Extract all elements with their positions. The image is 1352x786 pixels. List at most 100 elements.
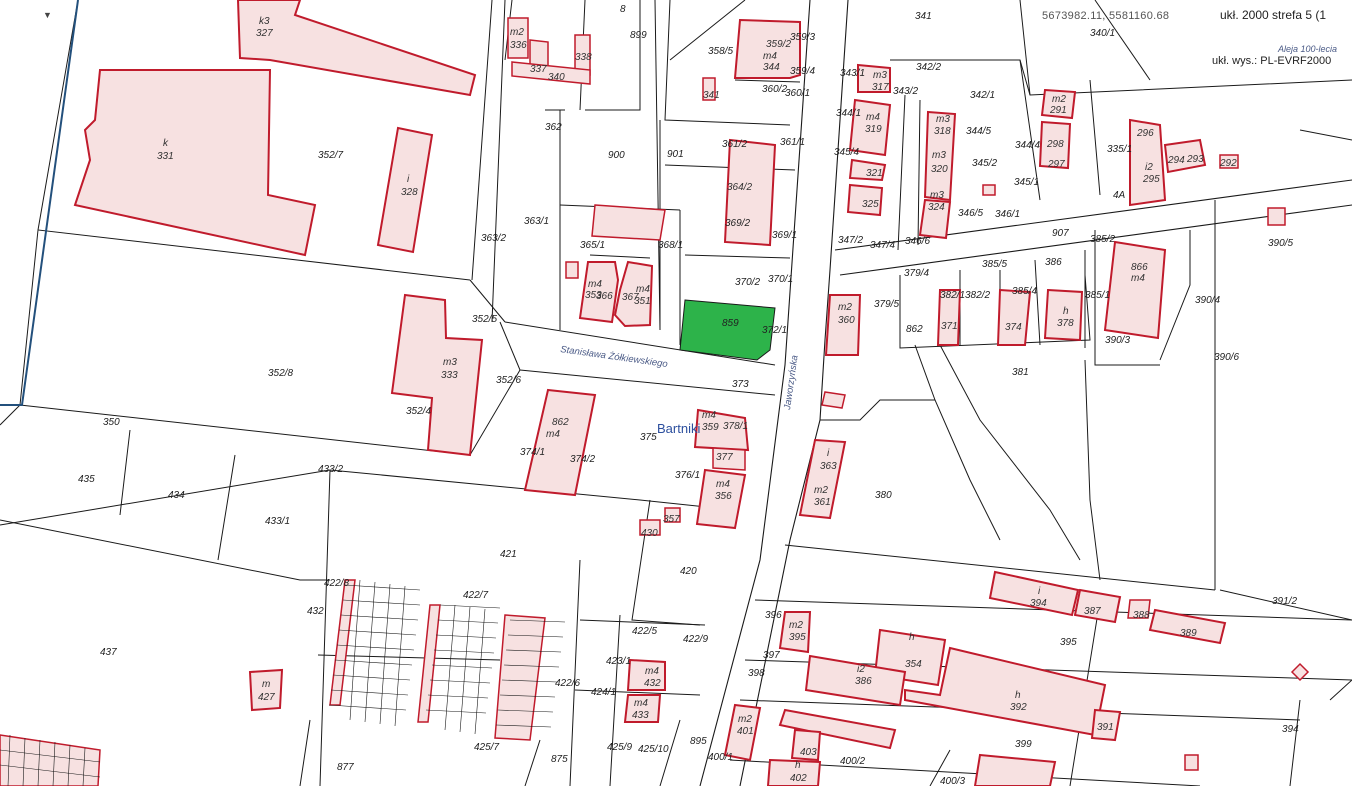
parcel-382-1: 382/1	[940, 290, 965, 301]
parcel-375: 375	[640, 432, 657, 443]
building-333[interactable]	[390, 293, 484, 457]
parcel-862: 862	[906, 324, 923, 335]
parcel-390-6: 390/6	[1214, 352, 1239, 363]
parcel-425-7: 425/7	[474, 742, 499, 753]
b324-type: m3	[930, 190, 944, 201]
parcel-345-2: 345/2	[972, 158, 997, 169]
parcel-363-1: 363/1	[524, 216, 549, 227]
b394-num: 394	[1030, 598, 1047, 609]
b392-num: 392	[1010, 702, 1027, 713]
parcel-398: 398	[748, 668, 765, 679]
b354-num: 354	[905, 659, 922, 670]
selected-parcel-859[interactable]	[679, 299, 776, 361]
b401-type: m2	[738, 714, 752, 725]
cadastral-map[interactable]: 859 341 340/1 899 8 358/5 359/3 359/4 36…	[0, 0, 1352, 786]
b361-type: m2	[814, 485, 828, 496]
coordinate-readout: 5673982.11, 5581160.68	[1042, 10, 1170, 22]
parcel-425-9: 425/9	[607, 742, 632, 753]
b374-num: 374	[1005, 322, 1022, 333]
parcel-374-1: 374/1	[520, 447, 545, 458]
building-300[interactable]	[1290, 662, 1310, 682]
building-327[interactable]	[236, 0, 477, 97]
parcel-346-6: 346/6	[905, 236, 930, 247]
parcel-425-10: 425/10	[638, 744, 669, 755]
building-397[interactable]	[1184, 754, 1199, 771]
parcel-335-1: 335/1	[1107, 144, 1132, 155]
building-cluster-365[interactable]	[591, 204, 666, 241]
b402-type: h	[795, 760, 801, 771]
parcel-359-4: 359/4	[790, 66, 815, 77]
parcel-352-8: 352/8	[268, 368, 293, 379]
building-331[interactable]	[73, 69, 317, 257]
parcel-391-2: 391/2	[1272, 596, 1297, 607]
building-427[interactable]	[248, 668, 284, 712]
b433-type: m4	[634, 698, 648, 709]
b359-2-num: 359/2	[766, 39, 791, 50]
street-zolkiewskiego: Stanisława Żółkiewskiego	[560, 344, 669, 370]
b402-num: 402	[790, 773, 807, 784]
building-336[interactable]	[507, 17, 529, 59]
parcel-379-4: 379/4	[904, 268, 929, 279]
building-365b[interactable]	[821, 391, 846, 409]
parcel-900: 900	[608, 150, 625, 161]
b295-num: 295	[1142, 174, 1160, 185]
parcel-376-1: 376/1	[675, 470, 700, 481]
b337-num: 337	[530, 64, 547, 75]
b359-num: 359	[702, 422, 719, 433]
parcel-344-4: 344/4	[1015, 140, 1040, 151]
parcel-352-5: 352/5	[472, 314, 497, 325]
building-374[interactable]	[996, 288, 1032, 346]
parcel-386: 386	[1045, 257, 1062, 268]
parcel-345-1: 345/1	[1014, 177, 1039, 188]
b298-num: 298	[1046, 139, 1064, 150]
b403-num: 403	[800, 747, 817, 758]
parcel-361-1: 361/1	[780, 137, 805, 148]
building-cluster-garages-3[interactable]	[494, 614, 546, 741]
parcel-385-5: 385/5	[982, 259, 1007, 270]
parcel-361-2: 361/2	[722, 139, 747, 150]
building-328b[interactable]	[982, 184, 996, 196]
building-cluster-garages-2[interactable]	[417, 604, 441, 723]
b317-type: m3	[873, 70, 887, 81]
parcel-422-6: 422/6	[555, 678, 580, 689]
b297-num: 297	[1047, 159, 1065, 170]
place-name-bartniki: Bartniki	[657, 421, 700, 436]
building-cluster-garages[interactable]	[329, 579, 356, 706]
parcel-432: 432	[307, 606, 324, 617]
b296-num: 296	[1136, 128, 1154, 139]
parcel-8: 8	[620, 4, 626, 15]
parcel-420: 420	[680, 566, 697, 577]
b427-num: 427	[258, 692, 275, 703]
b367-num: 367	[622, 292, 639, 303]
parcel-382-2: 382/2	[965, 290, 990, 301]
b432-type: m4	[645, 666, 659, 677]
parcel-877: 877	[337, 762, 354, 773]
parcel-380: 380	[875, 490, 892, 501]
parcel-379-5: 379/5	[874, 299, 899, 310]
parcel-344-1: 344/1	[836, 108, 861, 119]
building-862-m4[interactable]	[523, 388, 597, 497]
b377-num: 377	[716, 452, 733, 463]
parcel-434: 434	[168, 490, 185, 501]
parcel-400-3: 400/3	[940, 776, 965, 786]
parcel-895: 895	[690, 736, 707, 747]
building-399[interactable]	[973, 753, 1057, 786]
building-385[interactable]	[1267, 207, 1286, 226]
building-345[interactable]	[565, 261, 579, 279]
parcel-363-2: 363/2	[481, 233, 506, 244]
parcel-342-2: 342/2	[916, 62, 941, 73]
b401-num: 401	[737, 726, 754, 737]
b331-num: 331	[157, 151, 174, 162]
parcel-397: 397	[763, 650, 780, 661]
b363-num: 363	[820, 461, 837, 472]
parcel-352-4: 352/4	[406, 406, 431, 417]
b333-num: 333	[441, 370, 458, 381]
b360-num: 360	[838, 315, 855, 326]
building-866[interactable]	[1103, 240, 1167, 340]
parcel-346-5: 346/5	[958, 208, 983, 219]
b371-num: 371	[941, 321, 958, 332]
building-labels: k3 327 k 331 i 328 m3 333 m2 336 337 338…	[157, 16, 1237, 784]
parcel-435: 435	[78, 474, 95, 485]
parcel-390-5: 390/5	[1268, 238, 1293, 249]
collapse-icon[interactable]: ▼	[43, 10, 52, 20]
